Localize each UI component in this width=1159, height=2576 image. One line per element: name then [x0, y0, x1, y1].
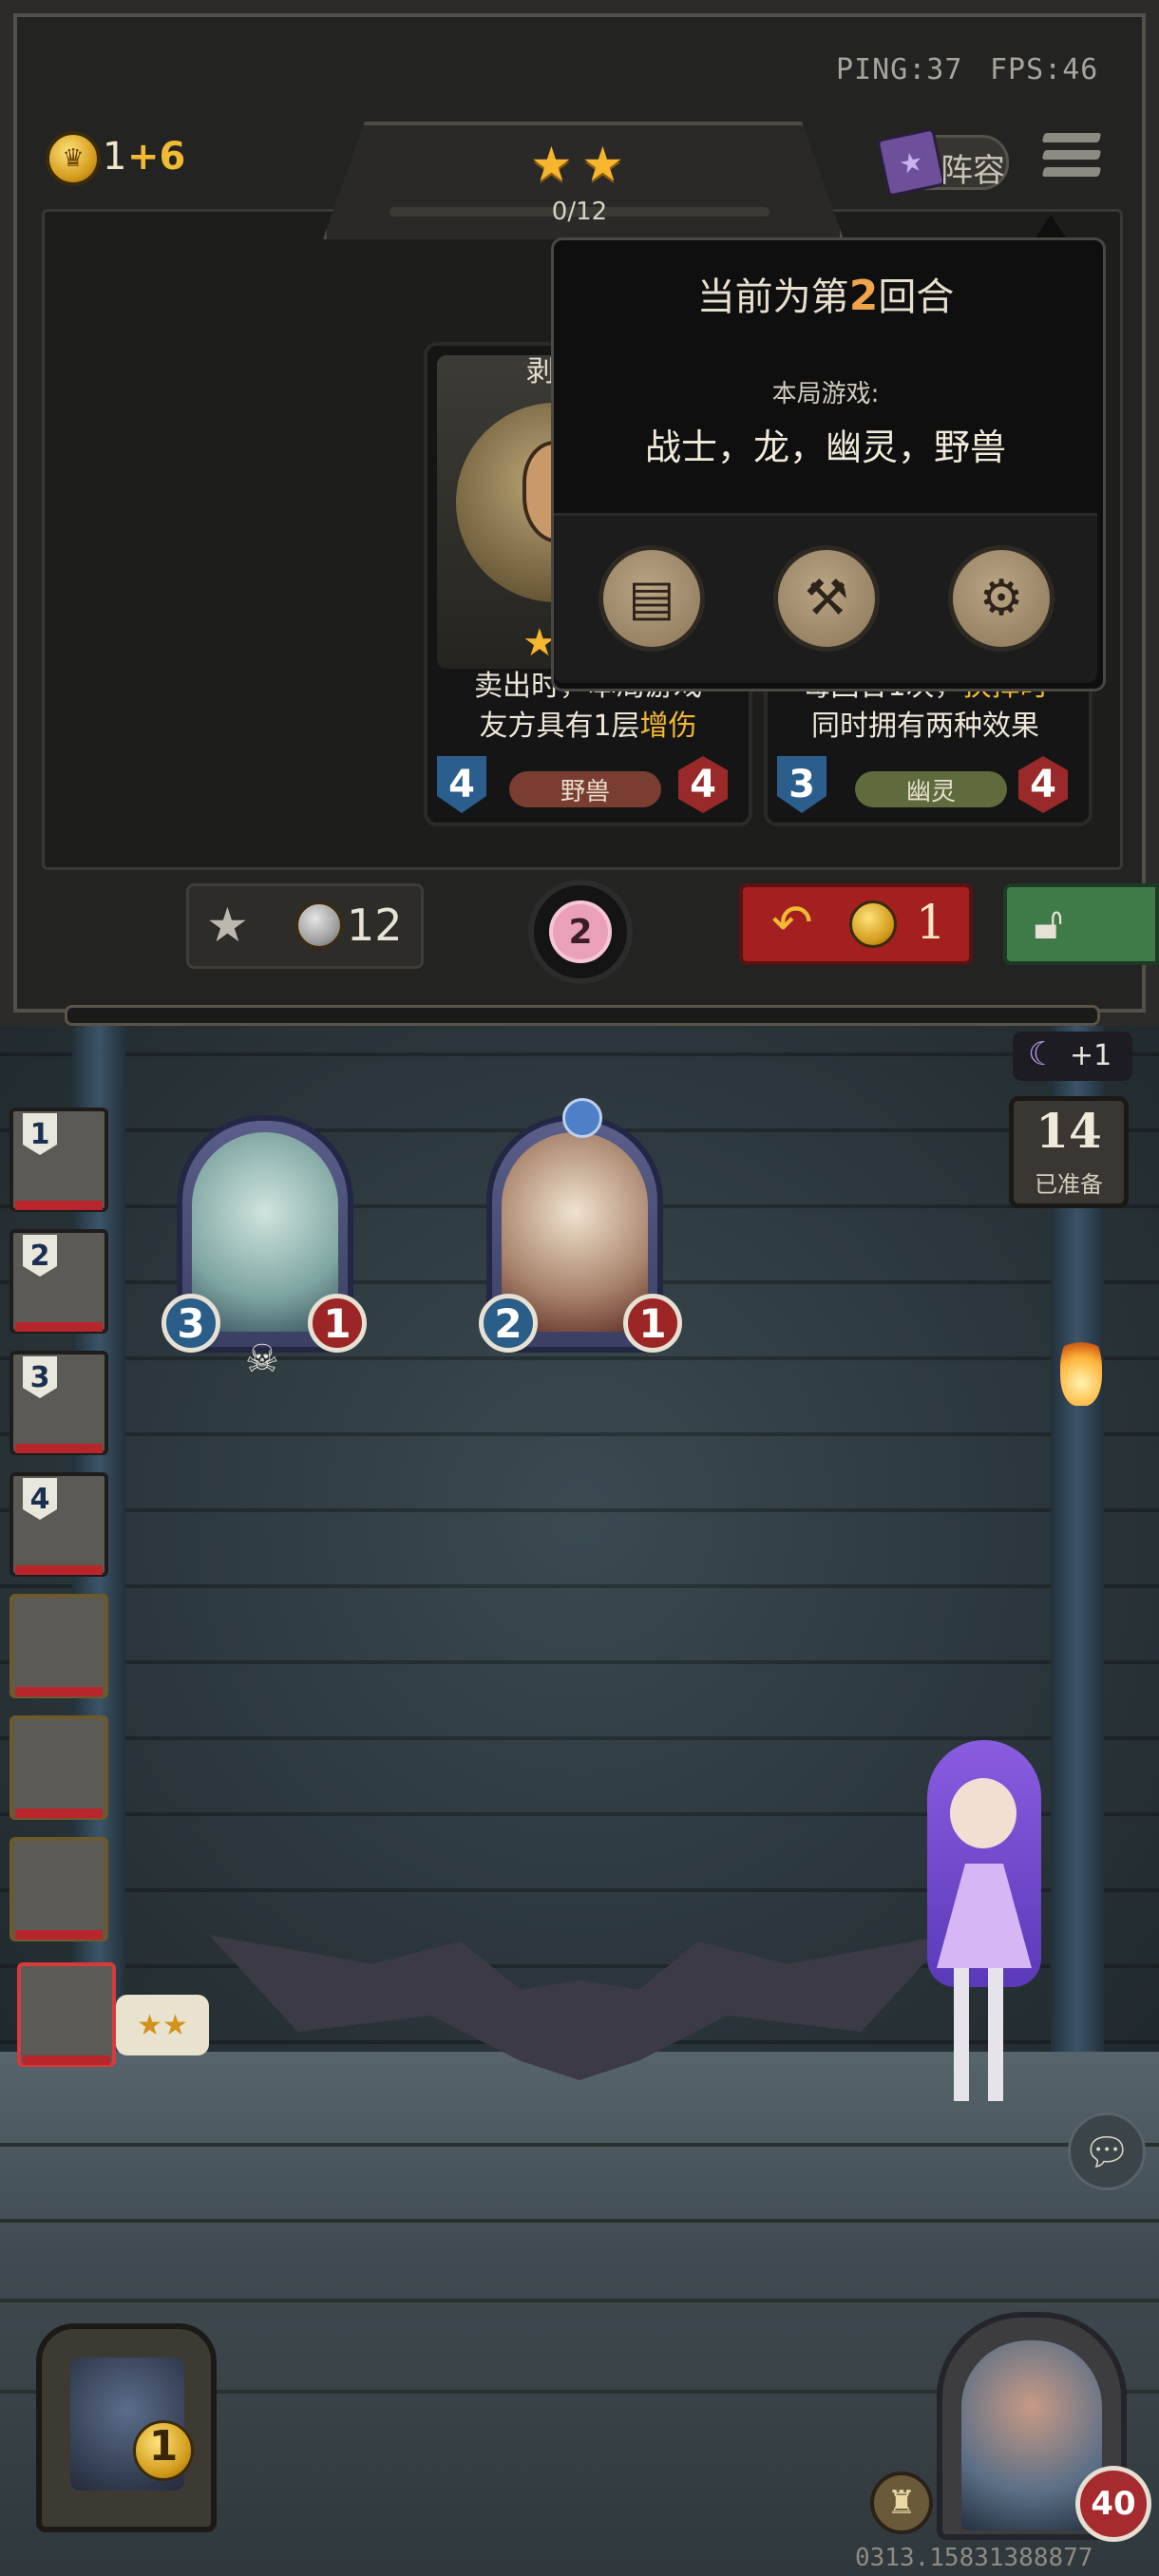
menu-icon-bar — [1041, 150, 1102, 160]
queue-player-7[interactable] — [10, 1837, 108, 1941]
gold-coin-icon — [849, 900, 897, 948]
session-id: 0313.15831388877 — [855, 2544, 1093, 2572]
current-player-star-badge: ★★ — [116, 1995, 209, 2055]
opponent-gold: 1 — [148, 2422, 179, 2471]
popup-round-text: 当前为第2回合 — [696, 272, 955, 320]
card-health: 4 — [1018, 756, 1068, 813]
minion-attack: 2 — [479, 1294, 538, 1353]
floor-tile-line — [0, 2143, 1159, 2147]
freeze-button[interactable]: 🔓︎ — [1003, 883, 1159, 965]
queue-hp-bar — [15, 1201, 103, 1210]
character-leg — [954, 1968, 969, 2101]
menu-button[interactable] — [1041, 133, 1102, 190]
ready-plus-badge: ☾ +1 — [1013, 1032, 1132, 1081]
queue-hp-bar — [15, 1687, 103, 1696]
floor-tile-line — [0, 2219, 1159, 2223]
menu-icon-bar — [1041, 167, 1102, 177]
skull-icon: ☠ — [245, 1337, 279, 1381]
fps-readout: FPS:46 — [990, 53, 1099, 86]
refresh-button[interactable]: ↶ 1 — [739, 883, 973, 965]
minion-attack: 3 — [162, 1294, 220, 1353]
queue-hp-bar — [15, 1444, 103, 1453]
queue-hp-bar — [15, 1809, 103, 1818]
book-icon[interactable]: ▤ — [598, 545, 705, 652]
player-character — [889, 1740, 1070, 2120]
chat-icon[interactable]: 💬︎ — [1068, 2112, 1146, 2190]
queue-player-6[interactable] — [10, 1715, 108, 1820]
refresh-arrow-icon: ↶ — [771, 895, 813, 952]
card-description-line-2: 友方具有1层增伤 — [479, 710, 697, 743]
tier-star-icon: ★ — [530, 137, 573, 192]
minion-health: 1 — [308, 1294, 367, 1353]
hero-power-icon[interactable]: ♜ — [870, 2472, 933, 2534]
queue-player-self[interactable] — [17, 1962, 116, 2067]
upgrade-arrow-icon: ★ — [206, 898, 249, 953]
ready-plus: +1 — [1070, 1039, 1112, 1072]
ready-label: 已准备 — [1035, 1171, 1103, 1198]
card-tribe-tag: 幽灵 — [855, 771, 1007, 807]
menu-icon-bar — [1041, 133, 1102, 142]
minion-health: 1 — [623, 1294, 682, 1353]
card-health: 4 — [678, 756, 728, 813]
card-attack: 3 — [777, 756, 826, 813]
gear-icon[interactable]: ⚙ — [948, 545, 1054, 652]
cannon-icon[interactable]: ⚒ — [773, 545, 880, 652]
popup-game-title: 本局游戏: — [771, 380, 880, 408]
ping-readout: PING:37 — [836, 53, 963, 86]
card-tribe-tag: 野兽 — [509, 771, 661, 807]
lineup-label: 阵容 — [940, 152, 1005, 190]
floor-tile-line — [0, 2299, 1159, 2302]
torch-flame — [1060, 1330, 1102, 1406]
ready-count: 14 — [1036, 1103, 1102, 1159]
moon-icon: ☾ — [1028, 1035, 1057, 1073]
card-attack: 4 — [437, 756, 486, 813]
gold-coin-icon: ♛ — [46, 131, 101, 186]
queue-hp-bar — [23, 2055, 110, 2065]
lineup-book-icon: ★ — [876, 127, 946, 198]
queue-player-5[interactable] — [10, 1594, 108, 1698]
player-health: 40 — [1075, 2466, 1151, 2542]
lock-icon: 🔓︎ — [1034, 897, 1064, 950]
refresh-cost: 1 — [916, 895, 946, 950]
panel-divider-bar — [65, 1005, 1100, 1026]
tier-progress-text: 0/12 — [551, 198, 608, 226]
timer-value: 2 — [549, 900, 612, 963]
upgrade-tier-button[interactable]: ★ 12 — [186, 883, 424, 969]
popup-tribes-list: 战士，龙，幽灵，野兽 — [644, 426, 1006, 468]
silver-coin-icon — [295, 901, 343, 949]
character-face — [950, 1778, 1016, 1848]
tier-star-icon: ★ — [581, 137, 624, 192]
queue-hp-bar — [15, 1930, 103, 1940]
queue-hp-bar — [15, 1565, 103, 1575]
character-leg — [988, 1968, 1003, 2101]
upgrade-cost: 12 — [347, 900, 403, 951]
ready-counter: 14 已准备 — [1009, 1096, 1129, 1208]
queue-hp-bar — [15, 1322, 103, 1332]
gold-count: 1 — [103, 135, 127, 179]
swirl-icon — [562, 1098, 602, 1138]
card-description-line-2: 同时拥有两种效果 — [811, 710, 1039, 743]
gold-income: +6 — [127, 135, 186, 179]
